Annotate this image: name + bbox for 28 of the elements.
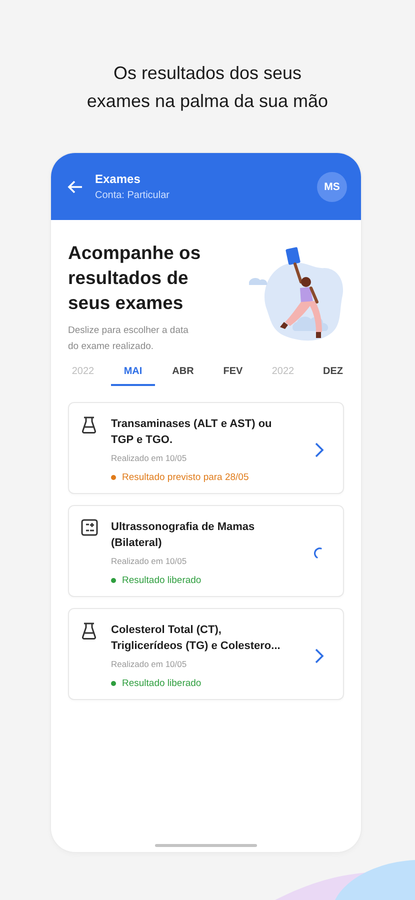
exam-date: Realizado em 10/05 (111, 556, 188, 566)
exam-title: Colesterol Total (CT), Triglicerídeos (TG) e Colestero... (111, 623, 282, 654)
exam-card[interactable]: Transaminases (ALT e AST) ou TGP e TGO. Realizado em 10/05 Resultado previsto para 28/05 (68, 402, 344, 494)
date-tab[interactable]: MAI (111, 360, 155, 386)
date-tab[interactable]: DEZ (311, 360, 355, 386)
exam-date: Realizado em 10/05 (111, 659, 188, 669)
status-text: Resultado previsto para 28/05 (122, 472, 249, 483)
intro-heading: Acompanhe os resultados de seus exames (68, 241, 202, 315)
back-arrow-icon[interactable] (67, 180, 83, 194)
chevron-right-icon[interactable] (314, 648, 324, 664)
document-icon (81, 519, 98, 536)
app-bar-title: Exames (95, 172, 142, 186)
date-tab[interactable]: FEV (211, 360, 255, 386)
flask-icon (81, 416, 97, 434)
headline: Os resultados dos seus (112, 62, 303, 85)
exam-card[interactable]: Ultrassonografia de Mamas (Bilateral) Realizado em 10/05 Resultado liberado (68, 505, 344, 597)
exam-date: Realizado em 10/05 (111, 453, 188, 463)
exam-title: Transaminases (ALT e AST) ou TGP e TGO. (111, 417, 273, 448)
date-tab[interactable]: ABR (161, 360, 205, 386)
intro-hint: Deslize para escolher a data do exame realizado. (68, 324, 190, 354)
exam-card[interactable]: Colesterol Total (CT), Triglicerídeos (TG) e Colestero... Realizado em 10/05 Resultado liberado (68, 608, 344, 700)
account-label: Conta: Particular (95, 190, 170, 201)
chevron-right-icon[interactable] (314, 442, 324, 458)
exam-title: Ultrassonografia de Mamas (Bilateral) (111, 520, 256, 551)
flask-icon (81, 622, 97, 640)
status-text: Resultado liberado (122, 678, 202, 689)
status-text: Resultado liberado (122, 575, 202, 586)
headline: exames na palma da sua mão (86, 90, 330, 113)
